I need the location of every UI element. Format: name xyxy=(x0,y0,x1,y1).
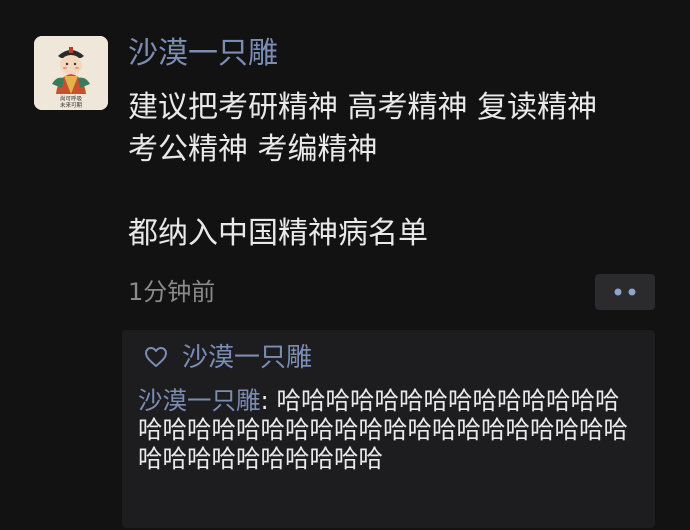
post-content-blank-line xyxy=(128,171,668,213)
moments-post: 尚可呼吸 未来可期 沙漠一只雕 建议把考研精神 高考精神 复读精神 考公精神 考… xyxy=(0,0,690,530)
comment-separator: : xyxy=(260,386,277,415)
avatar-caption-line-1: 尚可呼吸 xyxy=(60,95,83,103)
post-content-line: 考公精神 考编精神 xyxy=(128,132,378,167)
avatar-illustration: 尚可呼吸 未来可期 xyxy=(34,36,108,110)
more-dots-icon xyxy=(614,288,636,296)
comment-author-name[interactable]: 沙漠一只雕 xyxy=(138,386,261,415)
comment-item[interactable]: 沙漠一只雕: 哈哈哈哈哈哈哈哈哈哈哈哈哈哈哈哈哈哈哈哈哈哈哈哈哈哈哈哈哈哈哈哈哈… xyxy=(138,386,643,473)
liker-name[interactable]: 沙漠一只雕 xyxy=(182,340,312,376)
post-content-line: 建议把考研精神 高考精神 复读精神 xyxy=(128,90,598,125)
post-timestamp: 1分钟前 xyxy=(128,278,216,306)
post-content: 建议把考研精神 高考精神 复读精神 考公精神 考编精神 都纳入中国精神病名单 xyxy=(128,87,668,255)
more-actions-button[interactable] xyxy=(595,274,655,310)
avatar[interactable]: 尚可呼吸 未来可期 xyxy=(34,36,108,110)
likes-comments-panel: 沙漠一只雕 沙漠一只雕: 哈哈哈哈哈哈哈哈哈哈哈哈哈哈哈哈哈哈哈哈哈哈哈哈哈哈哈… xyxy=(122,330,655,528)
avatar-caption-line-2: 未来可期 xyxy=(60,101,83,109)
post-content-line: 都纳入中国精神病名单 xyxy=(128,216,428,251)
post-author-name[interactable]: 沙漠一只雕 xyxy=(128,32,278,76)
heart-outline-icon xyxy=(145,347,167,367)
